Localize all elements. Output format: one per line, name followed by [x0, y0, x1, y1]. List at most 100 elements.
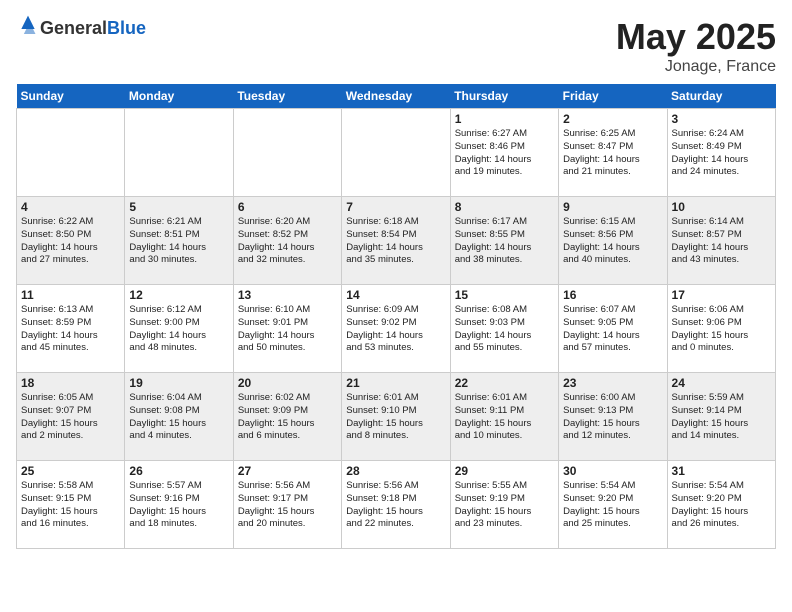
- calendar-cell: 21Sunrise: 6:01 AMSunset: 9:10 PMDayligh…: [342, 373, 450, 461]
- day-info: and 19 minutes.: [455, 166, 554, 179]
- day-info: Sunset: 8:49 PM: [672, 141, 771, 154]
- day-info: and 48 minutes.: [129, 342, 228, 355]
- calendar-cell: [233, 109, 341, 197]
- day-number: 29: [455, 464, 554, 478]
- calendar-week-2: 4Sunrise: 6:22 AMSunset: 8:50 PMDaylight…: [17, 197, 776, 285]
- day-info: Sunrise: 6:00 AM: [563, 392, 662, 405]
- day-info: and 30 minutes.: [129, 254, 228, 267]
- day-info: Daylight: 15 hours: [129, 506, 228, 519]
- day-number: 28: [346, 464, 445, 478]
- day-info: and 20 minutes.: [238, 518, 337, 531]
- day-info: Sunset: 9:08 PM: [129, 405, 228, 418]
- day-number: 13: [238, 288, 337, 302]
- day-info: and 14 minutes.: [672, 430, 771, 443]
- day-info: Daylight: 15 hours: [21, 506, 120, 519]
- day-info: Daylight: 14 hours: [563, 242, 662, 255]
- day-info: and 27 minutes.: [21, 254, 120, 267]
- day-info: and 32 minutes.: [238, 254, 337, 267]
- day-number: 27: [238, 464, 337, 478]
- day-number: 20: [238, 376, 337, 390]
- calendar-week-5: 25Sunrise: 5:58 AMSunset: 9:15 PMDayligh…: [17, 461, 776, 549]
- day-number: 5: [129, 200, 228, 214]
- day-info: Sunrise: 6:24 AM: [672, 128, 771, 141]
- day-info: and 43 minutes.: [672, 254, 771, 267]
- day-info: Daylight: 14 hours: [129, 242, 228, 255]
- day-info: and 24 minutes.: [672, 166, 771, 179]
- day-info: Sunset: 9:02 PM: [346, 317, 445, 330]
- day-info: Sunset: 9:09 PM: [238, 405, 337, 418]
- day-info: and 38 minutes.: [455, 254, 554, 267]
- calendar-cell: 8Sunrise: 6:17 AMSunset: 8:55 PMDaylight…: [450, 197, 558, 285]
- calendar-cell: 31Sunrise: 5:54 AMSunset: 9:20 PMDayligh…: [667, 461, 775, 549]
- day-number: 11: [21, 288, 120, 302]
- day-info: Sunrise: 5:58 AM: [21, 480, 120, 493]
- day-info: Sunrise: 5:54 AM: [563, 480, 662, 493]
- day-info: and 26 minutes.: [672, 518, 771, 531]
- weekday-tuesday: Tuesday: [233, 84, 341, 109]
- day-info: Daylight: 14 hours: [21, 242, 120, 255]
- day-number: 30: [563, 464, 662, 478]
- weekday-friday: Friday: [559, 84, 667, 109]
- day-info: Sunrise: 6:04 AM: [129, 392, 228, 405]
- day-info: Sunset: 9:10 PM: [346, 405, 445, 418]
- weekday-header-row: SundayMondayTuesdayWednesdayThursdayFrid…: [17, 84, 776, 109]
- title-block: May 2025 Jonage, France: [616, 16, 776, 76]
- day-number: 10: [672, 200, 771, 214]
- day-number: 25: [21, 464, 120, 478]
- day-info: Sunrise: 6:27 AM: [455, 128, 554, 141]
- day-info: and 45 minutes.: [21, 342, 120, 355]
- calendar-cell: 14Sunrise: 6:09 AMSunset: 9:02 PMDayligh…: [342, 285, 450, 373]
- day-info: and 50 minutes.: [238, 342, 337, 355]
- day-info: Daylight: 15 hours: [563, 418, 662, 431]
- day-number: 18: [21, 376, 120, 390]
- day-info: and 53 minutes.: [346, 342, 445, 355]
- calendar-cell: 9Sunrise: 6:15 AMSunset: 8:56 PMDaylight…: [559, 197, 667, 285]
- day-info: Daylight: 15 hours: [455, 418, 554, 431]
- calendar-cell: 17Sunrise: 6:06 AMSunset: 9:06 PMDayligh…: [667, 285, 775, 373]
- day-info: Sunrise: 6:12 AM: [129, 304, 228, 317]
- day-info: and 12 minutes.: [563, 430, 662, 443]
- day-info: and 2 minutes.: [21, 430, 120, 443]
- day-info: Sunrise: 5:57 AM: [129, 480, 228, 493]
- calendar-cell: 10Sunrise: 6:14 AMSunset: 8:57 PMDayligh…: [667, 197, 775, 285]
- day-number: 31: [672, 464, 771, 478]
- day-number: 26: [129, 464, 228, 478]
- day-info: Daylight: 15 hours: [21, 418, 120, 431]
- calendar-cell: 25 Sunrise: 5:58 AMSunset: 9:15 PMDayligh…: [17, 461, 125, 549]
- calendar-cell: 19Sunrise: 6:04 AMSunset: 9:08 PMDayligh…: [125, 373, 233, 461]
- day-number: 7: [346, 200, 445, 214]
- day-info: Sunset: 9:15 PM: [21, 493, 120, 506]
- calendar-cell: 18Sunrise: 6:05 AMSunset: 9:07 PMDayligh…: [17, 373, 125, 461]
- day-number: 6: [238, 200, 337, 214]
- day-info: Daylight: 14 hours: [21, 330, 120, 343]
- weekday-monday: Monday: [125, 84, 233, 109]
- calendar-cell: 26Sunrise: 5:57 AMSunset: 9:16 PMDayligh…: [125, 461, 233, 549]
- day-info: Sunrise: 6:14 AM: [672, 216, 771, 229]
- calendar-cell: 23Sunrise: 6:00 AMSunset: 9:13 PMDayligh…: [559, 373, 667, 461]
- day-info: Daylight: 14 hours: [346, 242, 445, 255]
- day-info: Sunrise: 6:06 AM: [672, 304, 771, 317]
- day-info: Daylight: 15 hours: [346, 506, 445, 519]
- day-info: and 6 minutes.: [238, 430, 337, 443]
- calendar-cell: [17, 109, 125, 197]
- day-info: Daylight: 15 hours: [672, 506, 771, 519]
- day-number: 22: [455, 376, 554, 390]
- day-info: Sunset: 8:55 PM: [455, 229, 554, 242]
- day-info: Daylight: 15 hours: [672, 330, 771, 343]
- day-info: Sunrise: 6:22 AM: [21, 216, 120, 229]
- day-number: 14: [346, 288, 445, 302]
- day-info: and 25 minutes.: [563, 518, 662, 531]
- logo-text: GeneralBlue: [40, 18, 146, 39]
- day-info: Sunset: 9:19 PM: [455, 493, 554, 506]
- day-info: Daylight: 15 hours: [672, 418, 771, 431]
- day-info: Sunrise: 6:01 AM: [346, 392, 445, 405]
- day-number: 24: [672, 376, 771, 390]
- day-number: 15: [455, 288, 554, 302]
- day-info: Sunrise: 6:07 AM: [563, 304, 662, 317]
- day-info: and 21 minutes.: [563, 166, 662, 179]
- calendar-cell: 1Sunrise: 6:27 AMSunset: 8:46 PMDaylight…: [450, 109, 558, 197]
- day-info: Sunrise: 6:13 AM: [21, 304, 120, 317]
- day-info: Daylight: 15 hours: [129, 418, 228, 431]
- calendar-week-4: 18Sunrise: 6:05 AMSunset: 9:07 PMDayligh…: [17, 373, 776, 461]
- day-info: and 16 minutes.: [21, 518, 120, 531]
